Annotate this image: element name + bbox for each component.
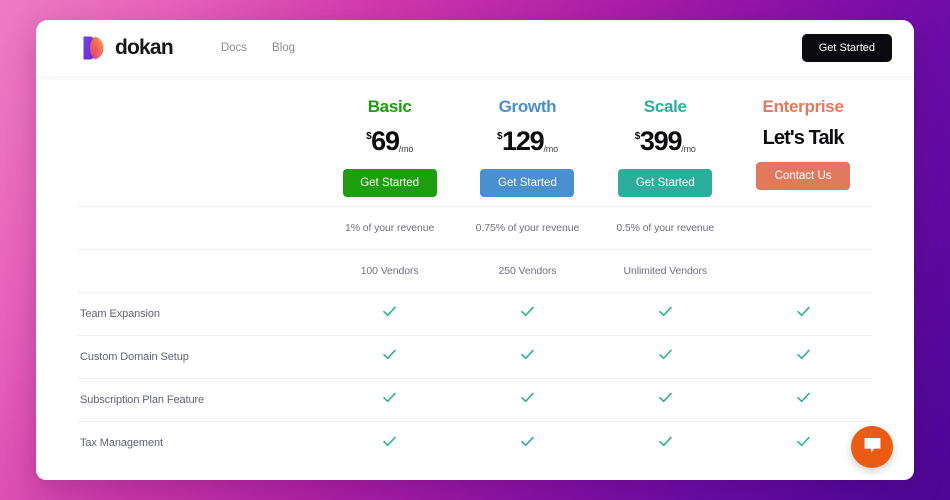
plan-name-enterprise: Enterprise <box>762 97 844 116</box>
plan-name-scale: Scale <box>643 97 687 116</box>
nav-link-blog[interactable]: Blog <box>272 42 295 54</box>
check-icon <box>796 304 810 322</box>
revenue-share-enterprise <box>734 205 872 249</box>
price-period-scale: /mo <box>681 144 696 154</box>
plan-cta-scale[interactable]: Get Started <box>618 169 713 198</box>
price-amount-growth: 129 <box>502 126 545 156</box>
table-row: Custom Domain Setup <box>78 334 872 378</box>
price-amount-basic: 69 <box>371 126 400 156</box>
vendor-limit-enterprise <box>734 248 872 292</box>
feature-check-team-expansion-scale <box>596 291 735 335</box>
vendor-limit-basic: 100 Vendors <box>320 248 459 292</box>
plan-name-basic: Basic <box>367 97 412 116</box>
plan-header-row: Basic $69/mo Get Started Growth $129/mo … <box>78 76 872 206</box>
plan-cta-growth[interactable]: Get Started <box>480 169 575 198</box>
revenue-share-basic: 1% of your revenue <box>320 205 459 249</box>
table-row: Tax Management <box>78 420 872 464</box>
plan-cta-enterprise[interactable]: Contact Us <box>756 162 851 191</box>
check-icon <box>521 390 534 408</box>
feature-check-subscription-plan-feature-growth <box>458 377 597 421</box>
revenue-share-scale: 0.5% of your revenue <box>596 205 735 249</box>
dokan-logo-icon <box>82 35 107 61</box>
plan-price-growth: $129/mo <box>459 128 597 155</box>
feature-check-custom-domain-setup-growth <box>458 334 597 378</box>
plan-cta-basic[interactable]: Get Started <box>342 169 437 198</box>
check-icon <box>383 304 396 322</box>
feature-check-team-expansion-basic <box>320 291 459 335</box>
check-icon <box>796 390 810 408</box>
plan-column-basic: Basic $69/mo Get Started <box>321 76 459 206</box>
price-period-basic: /mo <box>398 144 414 154</box>
plan-name-growth: Growth <box>498 97 557 116</box>
feature-check-team-expansion-growth <box>458 291 597 335</box>
feature-check-subscription-plan-feature-scale <box>596 377 735 421</box>
pricing-table: Basic $69/mo Get Started Growth $129/mo … <box>78 76 872 464</box>
feature-label-team-expansion: Team Expansion <box>78 291 321 335</box>
table-row: Team Expansion <box>78 291 872 335</box>
main-nav: Docs Blog <box>221 42 295 54</box>
feature-check-subscription-plan-feature-basic <box>320 377 459 421</box>
check-icon <box>521 347 534 365</box>
check-icon <box>383 347 396 365</box>
vendor-limit-scale: Unlimited Vendors <box>596 248 735 292</box>
check-icon <box>796 347 810 365</box>
feature-check-custom-domain-setup-basic <box>320 334 459 378</box>
revenue-share-row-label <box>78 205 321 249</box>
check-icon <box>383 390 396 408</box>
price-amount-scale: 399 <box>639 126 683 156</box>
plan-price-basic: $69/mo <box>321 128 459 155</box>
feature-check-subscription-plan-feature-enterprise <box>734 377 872 421</box>
check-icon <box>383 434 396 452</box>
plan-column-enterprise: Enterprise Let's Talk Contact Us <box>734 76 872 206</box>
vendor-limit-growth: 250 Vendors <box>458 248 597 292</box>
header-get-started-button[interactable]: Get Started <box>801 34 892 62</box>
check-icon <box>658 390 672 408</box>
plan-header-empty-cell <box>78 76 321 206</box>
price-text-enterprise: Let's Talk <box>762 127 845 149</box>
vendor-limit-row: 100 Vendors 250 Vendors Unlimited Vendor… <box>78 248 872 292</box>
plan-column-growth: Growth $129/mo Get Started <box>459 76 597 206</box>
chat-bubble-icon <box>863 437 882 458</box>
chat-widget-button[interactable] <box>851 426 893 468</box>
check-icon <box>658 347 672 365</box>
feature-label-tax-management: Tax Management <box>78 420 321 464</box>
feature-check-team-expansion-enterprise <box>734 291 872 335</box>
feature-check-custom-domain-setup-scale <box>596 334 735 378</box>
app-window: dokan Docs Blog Get Started Basic $69/mo <box>36 20 914 480</box>
feature-check-custom-domain-setup-enterprise <box>734 334 872 378</box>
check-icon <box>658 304 672 322</box>
plan-column-scale: Scale $399/mo Get Started <box>596 76 734 206</box>
plan-price-scale: $399/mo <box>596 128 734 155</box>
check-icon <box>658 434 672 452</box>
price-period-growth: /mo <box>543 144 558 154</box>
revenue-share-row: 1% of your revenue 0.75% of your revenue… <box>78 205 872 249</box>
check-icon <box>796 434 810 452</box>
nav-link-docs[interactable]: Docs <box>221 42 247 54</box>
revenue-share-growth: 0.75% of your revenue <box>458 205 597 249</box>
feature-label-subscription-plan-feature: Subscription Plan Feature <box>78 377 321 421</box>
vendor-limit-row-label <box>78 248 321 292</box>
feature-check-tax-management-scale <box>596 420 735 464</box>
feature-check-tax-management-growth <box>458 420 597 464</box>
table-row: Subscription Plan Feature <box>78 377 872 421</box>
check-icon <box>521 304 534 322</box>
check-icon <box>521 434 534 452</box>
pricing-table-section: Basic $69/mo Get Started Growth $129/mo … <box>36 76 914 464</box>
brand-logo[interactable]: dokan <box>82 35 174 61</box>
plan-price-enterprise: Let's Talk <box>734 128 872 148</box>
feature-check-tax-management-basic <box>320 420 459 464</box>
site-header: dokan Docs Blog Get Started <box>36 20 914 76</box>
brand-name: dokan <box>115 36 174 59</box>
feature-label-custom-domain-setup: Custom Domain Setup <box>78 334 321 378</box>
